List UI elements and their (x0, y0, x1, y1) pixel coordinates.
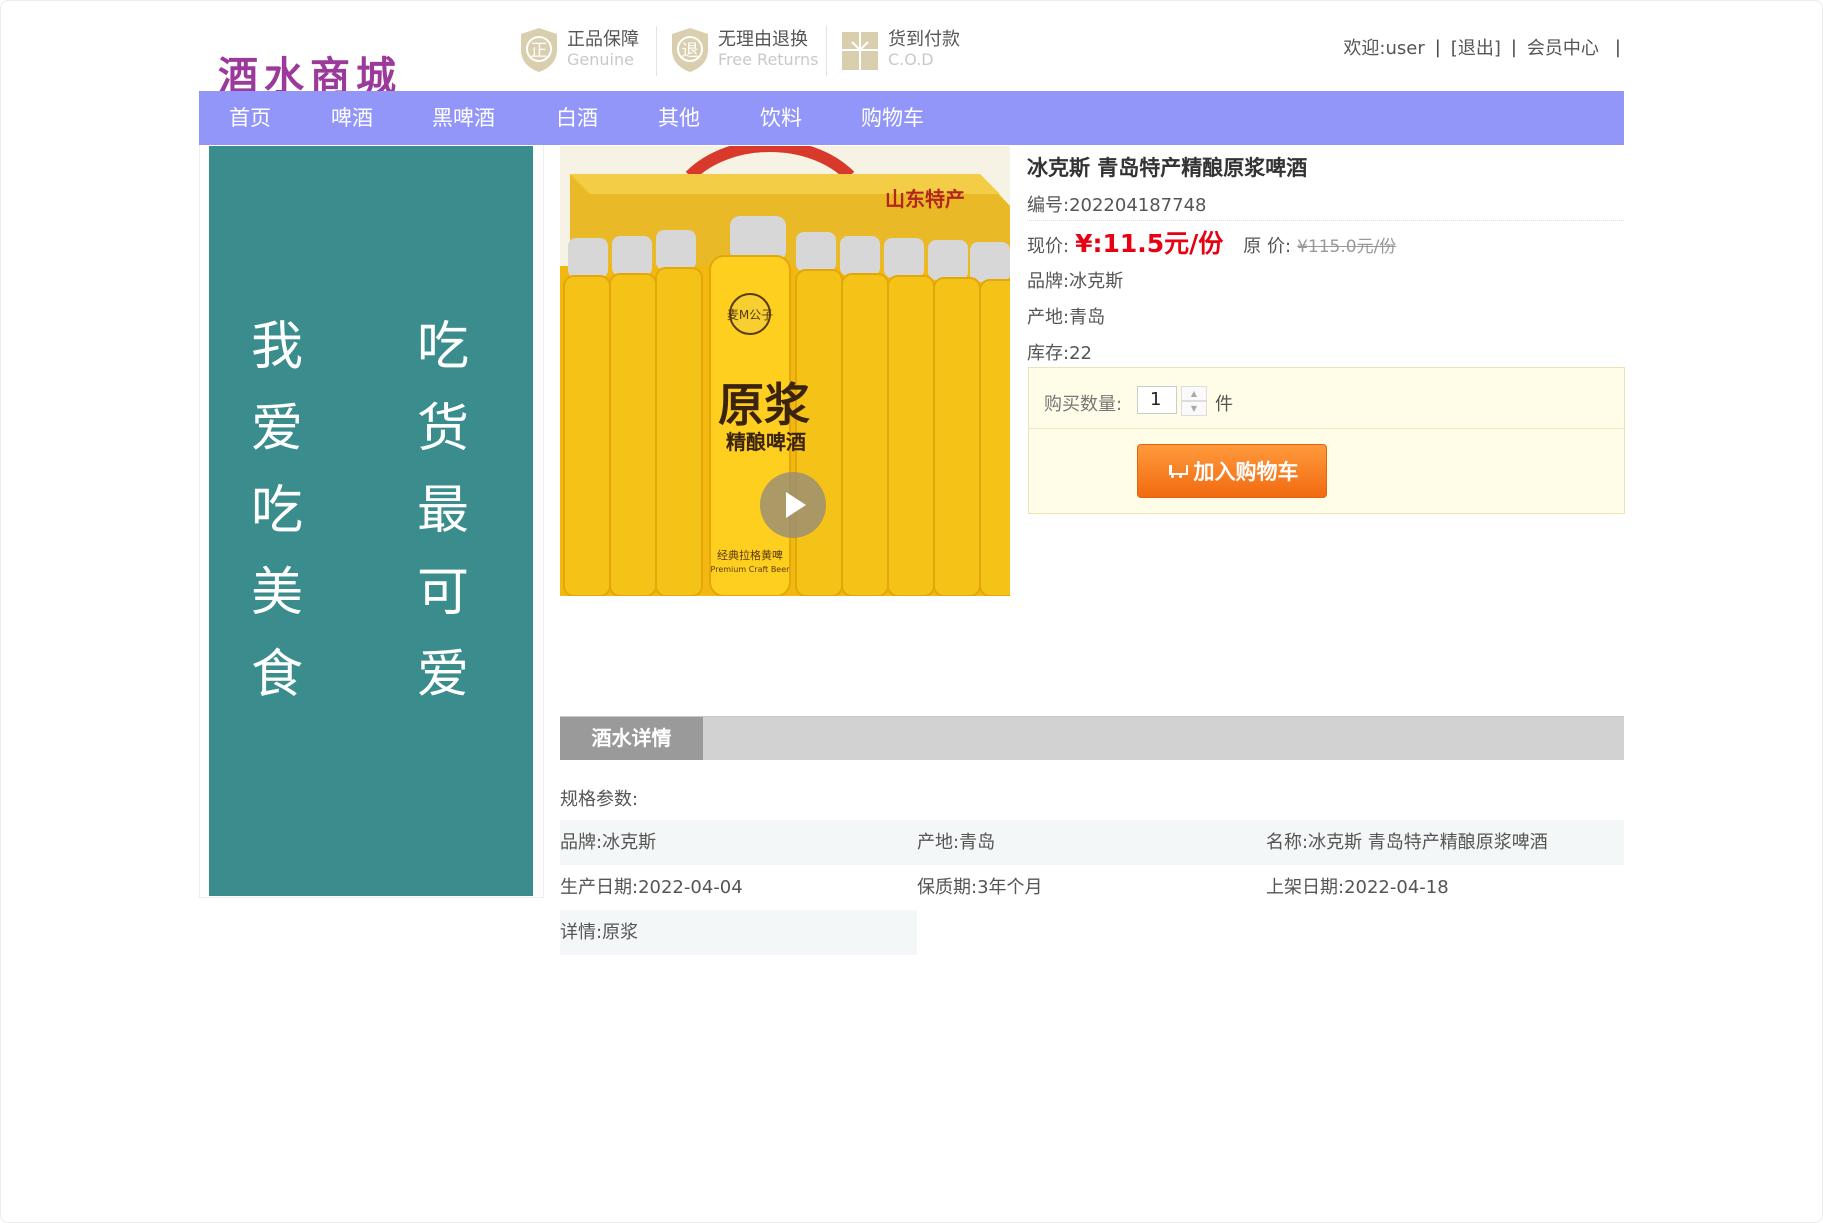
cart-icon (1166, 463, 1188, 479)
product-origin: 产地:青岛 (1027, 307, 1106, 328)
nav-baijiu[interactable]: 白酒 (556, 91, 598, 145)
svg-text:原浆: 原浆 (718, 378, 810, 432)
purchase-box: 购买数量: 1 ▲ ▼ 件 加入购物车 (1028, 367, 1625, 514)
current-price: ¥:11.5元/份 (1075, 229, 1224, 258)
svg-text:精酿啤酒: 精酿啤酒 (726, 430, 806, 454)
add-to-cart-button[interactable]: 加入购物车 (1137, 444, 1327, 498)
quantity-input[interactable]: 1 (1137, 386, 1177, 414)
divider (656, 26, 657, 76)
spec-origin: 产地:青岛 (917, 832, 996, 853)
guarantee-returns: 退 无理由退换 Free Returns (668, 24, 818, 76)
user-bar: 欢迎:user | [退出] | 会员中心 | (1343, 34, 1621, 60)
svg-text:麦M公子: 麦M公子 (727, 308, 773, 322)
nav-cart[interactable]: 购物车 (861, 91, 924, 145)
spec-shelf-life: 保质期:3年个月 (917, 877, 1043, 898)
svg-text:山东特产: 山东特产 (885, 187, 965, 211)
svg-text:正: 正 (531, 41, 548, 61)
welcome-text: 欢迎:user (1343, 38, 1425, 59)
main-nav: 首页 啤酒 黑啤酒 白酒 其他 饮料 购物车 (199, 91, 1624, 145)
nav-other[interactable]: 其他 (658, 91, 700, 145)
guarantee-cod: 货到付款 C.O.D (838, 24, 960, 76)
quantity-stepper[interactable]: ▲ ▼ (1181, 386, 1207, 416)
svg-text:经典拉格黄啤: 经典拉格黄啤 (717, 548, 783, 562)
banner-col-2: 吃 货 最 可 爱 (417, 317, 470, 705)
product-brand: 品牌:冰克斯 (1027, 271, 1124, 292)
svg-text:退: 退 (682, 41, 699, 61)
member-center-link[interactable]: 会员中心 (1527, 34, 1599, 60)
quantity-label: 购买数量: (1044, 394, 1123, 415)
shield-icon: 退 (668, 26, 712, 74)
details-tab-bar: 酒水详情 (560, 716, 1624, 760)
tab-details[interactable]: 酒水详情 (560, 717, 703, 760)
price-row: 现价: ¥:11.5元/份 原 价: ¥115.0元/份 (1027, 224, 1396, 260)
spec-name: 名称:冰克斯 青岛特产精酿原浆啤酒 (1266, 832, 1548, 853)
original-price: ¥115.0元/份 (1297, 237, 1397, 257)
shield-icon: 正 (517, 26, 561, 74)
spec-production-date: 生产日期:2022-04-04 (560, 877, 743, 898)
spec-brand: 品牌:冰克斯 (560, 832, 657, 853)
divider (1027, 220, 1624, 221)
promo-banner: 我 爱 吃 美 食 吃 货 最 可 爱 (209, 146, 533, 896)
nav-dark-beer[interactable]: 黑啤酒 (432, 91, 495, 145)
svg-text:Premium Craft Beer: Premium Craft Beer (711, 565, 791, 574)
gift-box-icon (838, 26, 882, 74)
spec-listing-date: 上架日期:2022-04-18 (1266, 877, 1449, 898)
divider (826, 26, 827, 76)
product-stock: 库存:22 (1027, 343, 1092, 364)
quantity-unit: 件 (1215, 394, 1233, 415)
nav-home[interactable]: 首页 (229, 91, 271, 145)
spec-title: 规格参数: (560, 789, 639, 810)
banner-col-1: 我 爱 吃 美 食 (251, 317, 304, 705)
chevron-up-icon[interactable]: ▲ (1181, 386, 1207, 401)
product-code: 编号:202204187748 (1027, 195, 1207, 216)
play-video-icon[interactable] (760, 472, 826, 538)
divider (1029, 428, 1624, 429)
spec-detail: 详情:原浆 (560, 910, 917, 955)
logout-link[interactable]: [退出] (1451, 34, 1501, 60)
chevron-down-icon[interactable]: ▼ (1181, 401, 1207, 416)
product-image[interactable]: 山东特产 麦M公子 原浆 精酿啤酒 经典拉格黄啤 Premium Craft B… (560, 146, 1010, 596)
product-title: 冰克斯 青岛特产精酿原浆啤酒 (1027, 156, 1308, 180)
guarantee-genuine: 正 正品保障 Genuine (517, 24, 639, 76)
nav-beer[interactable]: 啤酒 (331, 91, 373, 145)
nav-drinks[interactable]: 饮料 (760, 91, 802, 145)
